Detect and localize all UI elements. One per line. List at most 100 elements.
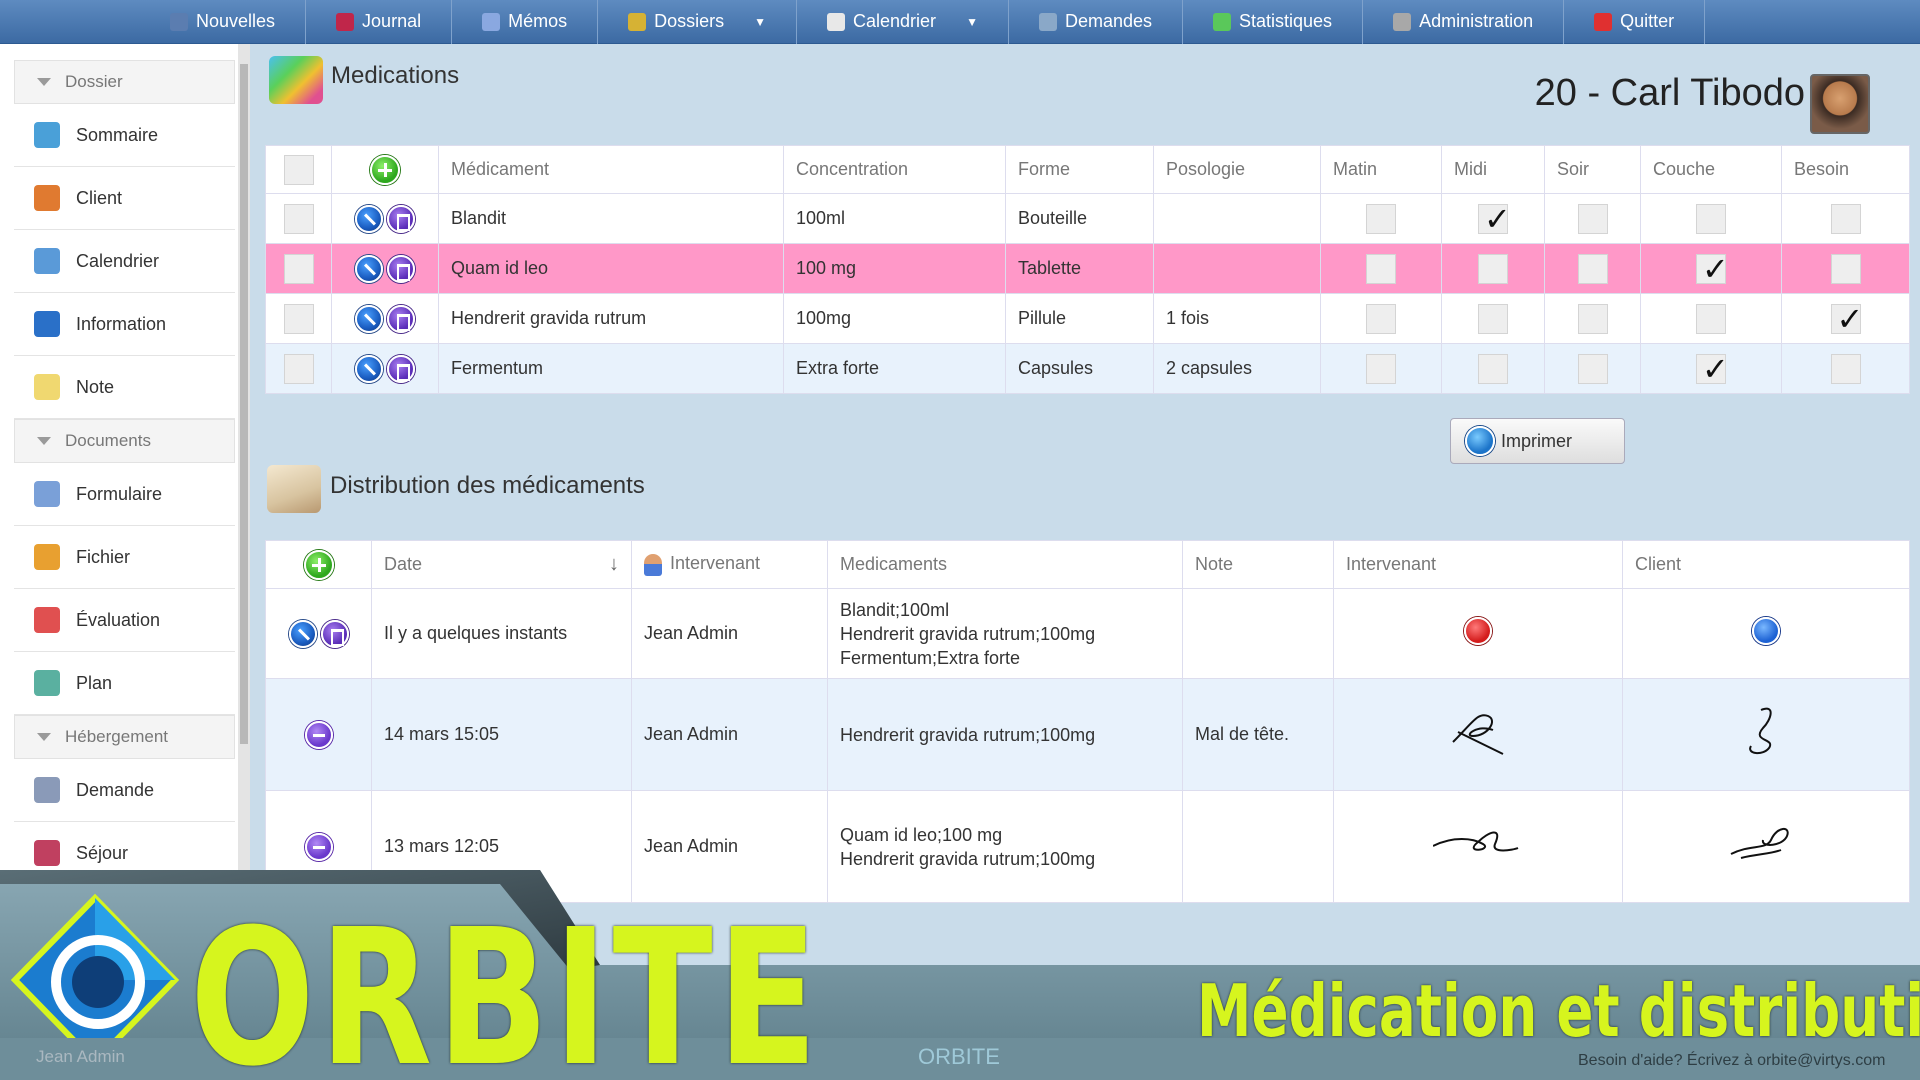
sidebar-item-calendrier[interactable]: Calendrier [14, 230, 235, 293]
soir-checkbox[interactable] [1577, 353, 1608, 384]
chevron-down-icon[interactable]: ▼ [754, 15, 766, 29]
remove-icon[interactable] [304, 720, 333, 749]
col-sig-intervenant[interactable]: Intervenant [1333, 540, 1623, 589]
sidebar-scrollbar[interactable] [238, 44, 250, 880]
trash-icon[interactable] [387, 354, 415, 383]
client-pending-icon[interactable] [1752, 617, 1780, 645]
besoin-checkbox[interactable] [1830, 353, 1861, 384]
nav-demandes[interactable]: Demandes [1009, 0, 1183, 44]
soir-checkbox[interactable] [1577, 253, 1608, 284]
add-distribution-button[interactable] [303, 549, 334, 580]
soir-checkbox[interactable] [1577, 303, 1608, 334]
nav-statistiques[interactable]: Statistiques [1183, 0, 1364, 44]
memo-icon [482, 12, 501, 31]
sidebar-item-plan[interactable]: Plan [14, 652, 235, 715]
nav-label: Journal [362, 11, 422, 31]
matin-checkbox[interactable] [1366, 253, 1396, 284]
col-medicament[interactable]: Médicament [438, 145, 784, 194]
row-checkbox[interactable] [284, 353, 314, 384]
sort-down-icon[interactable]: ↓ [609, 553, 619, 576]
edit-icon[interactable] [288, 619, 317, 648]
edit-icon[interactable] [355, 204, 383, 233]
sidebar-section-0[interactable]: Dossier [14, 60, 235, 104]
matin-checkbox[interactable] [1366, 353, 1396, 384]
table-row[interactable]: Hendrerit gravida rutrum 100mg Pillule 1 fo… [265, 293, 1910, 344]
intervenant-pending-icon[interactable] [1464, 617, 1492, 645]
besoin-checkbox[interactable] [1830, 253, 1861, 284]
midi-checkbox[interactable] [1478, 253, 1508, 284]
sidebar-section-2[interactable]: Hébergement [14, 715, 235, 759]
request-icon [34, 777, 60, 803]
couche-checkbox[interactable] [1696, 303, 1726, 334]
trash-icon[interactable] [387, 204, 415, 233]
couche-checkbox[interactable] [1696, 250, 1729, 288]
matin-checkbox[interactable] [1366, 303, 1396, 334]
sidebar-item-client[interactable]: Client [14, 167, 235, 230]
col-couche[interactable]: Couche [1640, 145, 1782, 194]
table-row[interactable]: Fermentum Extra forte Capsules 2 capsules [265, 343, 1910, 394]
col-concentration[interactable]: Concentration [783, 145, 1006, 194]
edit-icon[interactable] [355, 354, 383, 383]
print-button[interactable]: Imprimer [1450, 418, 1625, 464]
sidebar-item-demande[interactable]: Demande [14, 759, 235, 822]
trash-icon[interactable] [320, 619, 349, 648]
couche-checkbox[interactable] [1696, 203, 1726, 234]
col-soir[interactable]: Soir [1544, 145, 1641, 194]
nav-label: Demandes [1064, 11, 1152, 31]
trash-icon[interactable] [387, 304, 415, 333]
table-row[interactable]: Quam id leo 100 mg Tablette [265, 243, 1910, 294]
table-row[interactable]: 14 mars 15:05 Jean Admin Hendrerit gravida… [265, 678, 1910, 791]
col-intervenant-label: Intervenant [670, 553, 761, 574]
row-actions [331, 243, 439, 294]
edit-icon[interactable] [355, 304, 383, 333]
row-checkbox[interactable] [284, 253, 314, 284]
col-date[interactable]: Date ↓ [371, 540, 632, 589]
col-medicaments[interactable]: Medicaments [827, 540, 1183, 589]
nav-dossiers[interactable]: Dossiers ▼ [598, 0, 798, 44]
table-row[interactable]: Blandit 100ml Bouteille [265, 193, 1910, 244]
scrollbar-thumb[interactable] [240, 64, 248, 744]
nav-journal[interactable]: Journal [306, 0, 453, 44]
nav-memos[interactable]: Mémos [452, 0, 599, 44]
sidebar-item-information[interactable]: Information [14, 293, 235, 356]
table-row[interactable]: Il y a quelques instants Jean Admin Blandi… [265, 588, 1910, 679]
col-note[interactable]: Note [1182, 540, 1334, 589]
cell-besoin [1781, 343, 1910, 394]
nav-administration[interactable]: Administration [1363, 0, 1565, 44]
nav-calendrier[interactable]: Calendrier ▼ [797, 0, 1009, 44]
sidebar-item-fichier[interactable]: Fichier [14, 526, 235, 589]
matin-checkbox[interactable] [1366, 203, 1396, 234]
nav-nouvelles[interactable]: Nouvelles [140, 0, 307, 44]
couche-checkbox[interactable] [1696, 350, 1729, 388]
col-forme[interactable]: Forme [1005, 145, 1154, 194]
select-all-checkbox[interactable] [284, 154, 314, 185]
trash-icon[interactable] [387, 254, 415, 283]
midi-checkbox[interactable] [1478, 353, 1508, 384]
sidebar-item-formulaire[interactable]: Formulaire [14, 463, 235, 526]
col-matin[interactable]: Matin [1320, 145, 1442, 194]
midi-checkbox[interactable] [1478, 303, 1508, 334]
remove-icon[interactable] [304, 832, 333, 861]
add-medication-button[interactable] [370, 154, 400, 185]
besoin-checkbox[interactable] [1830, 300, 1863, 338]
edit-icon[interactable] [355, 254, 383, 283]
col-posologie[interactable]: Posologie [1153, 145, 1321, 194]
row-checkbox[interactable] [284, 203, 314, 234]
midi-checkbox[interactable] [1478, 200, 1511, 238]
col-besoin[interactable]: Besoin [1781, 145, 1910, 194]
besoin-checkbox[interactable] [1830, 203, 1861, 234]
row-checkbox[interactable] [284, 303, 314, 334]
footer-user[interactable]: Jean Admin [36, 1047, 125, 1067]
col-intervenant[interactable]: Intervenant [631, 540, 828, 589]
sidebar-item-sommaire[interactable]: Sommaire [14, 104, 235, 167]
sidebar-item-note[interactable]: Note [14, 356, 235, 419]
sidebar-section-1[interactable]: Documents [14, 419, 235, 463]
soir-checkbox[interactable] [1577, 203, 1608, 234]
quit-icon [1594, 12, 1613, 31]
sidebar-item-evaluation[interactable]: Évaluation [14, 589, 235, 652]
chevron-down-icon[interactable]: ▼ [966, 15, 978, 29]
col-sig-client[interactable]: Client [1622, 540, 1910, 589]
nav-quitter[interactable]: Quitter [1564, 0, 1706, 44]
footer-help[interactable]: Besoin d'aide? Écrivez à orbite@virtys.c… [1578, 1052, 1885, 1070]
col-midi[interactable]: Midi [1441, 145, 1545, 194]
